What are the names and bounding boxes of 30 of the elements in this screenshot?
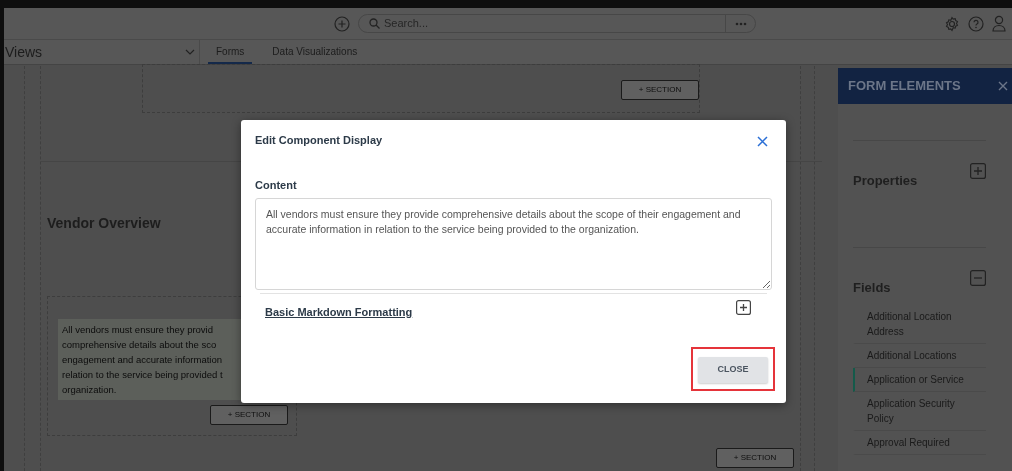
close-icon[interactable] xyxy=(998,81,1008,91)
field-item[interactable]: Approval Required xyxy=(853,431,986,455)
close-icon xyxy=(757,136,768,147)
help-icon[interactable] xyxy=(968,15,984,32)
text-line: relation to the service being provided t xyxy=(62,368,224,382)
view-selector[interactable]: Views xyxy=(4,40,200,64)
more-icon[interactable] xyxy=(734,21,747,26)
settings-icon[interactable] xyxy=(944,15,960,32)
add-section-button[interactable]: + SECTION xyxy=(716,448,794,468)
text-line: comprehensive details about the sco xyxy=(62,338,218,352)
search-icon xyxy=(369,18,380,29)
add-section-button[interactable]: + SECTION xyxy=(621,80,699,100)
collapse-icon[interactable] xyxy=(970,269,986,286)
dialog-title: Edit Component Display xyxy=(255,133,383,148)
close-button[interactable]: CLOSE xyxy=(698,357,768,383)
text-line: engagement and accurate information xyxy=(62,353,224,367)
text-line: organization. xyxy=(62,383,118,397)
user-icon[interactable] xyxy=(992,15,1006,32)
add-section-button[interactable]: + SECTION xyxy=(210,405,288,425)
field-label: Content xyxy=(255,177,298,193)
tab[interactable]: Data Visualizations xyxy=(264,40,366,64)
markdown-link[interactable]: Basic Markdown Formatting xyxy=(265,304,413,321)
content-field[interactable]: All vendors must ensure they provide comprehensive details about the scope of their engagement and accurate information in relation to the service being provided to the organization. xyxy=(255,198,772,290)
text-line: All vendors must ensure they provid xyxy=(62,323,215,337)
chevron-down-icon xyxy=(185,49,195,55)
add-icon[interactable] xyxy=(334,15,350,32)
panel-title: FORM ELEMENTS xyxy=(848,77,961,96)
expand-icon[interactable] xyxy=(736,300,751,315)
close-button[interactable] xyxy=(757,136,768,147)
tab[interactable]: Forms xyxy=(208,40,253,64)
